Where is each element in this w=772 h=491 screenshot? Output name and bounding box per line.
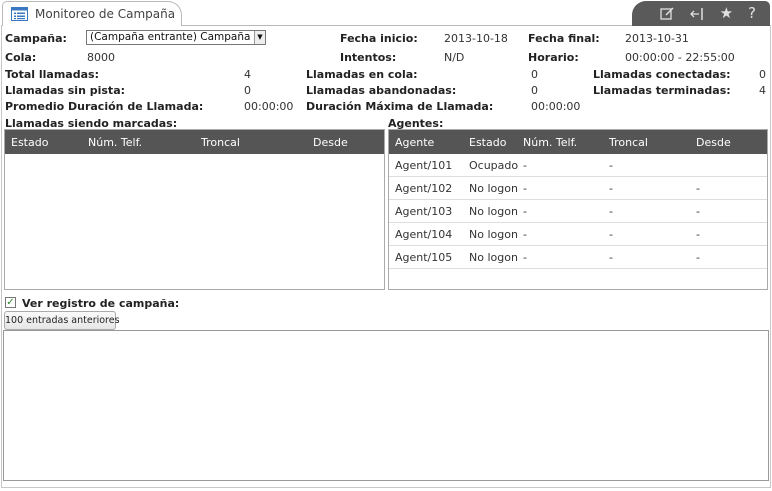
collapse-left-icon[interactable] bbox=[689, 7, 705, 21]
table-row[interactable]: Agent/103 No logon - - - bbox=[389, 200, 767, 223]
agents-col-status: Estado bbox=[469, 136, 507, 149]
table-row[interactable]: Agent/102 No logon - - - bbox=[389, 177, 767, 200]
campaign-label: Campaña: bbox=[5, 32, 67, 45]
table-row[interactable]: Agent/101 Ocupado - - bbox=[389, 154, 767, 177]
queue-label: Cola: bbox=[5, 51, 37, 64]
max-duration-value: 00:00:00 bbox=[531, 100, 581, 113]
help-icon[interactable]: ? bbox=[748, 6, 756, 21]
avg-duration-label: Promedio Duración de Llamada: bbox=[5, 100, 204, 113]
abandoned-calls-value: 0 bbox=[531, 84, 538, 97]
end-date-value: 2013-10-31 bbox=[625, 32, 689, 45]
view-log-label: Ver registro de campaña: bbox=[22, 297, 180, 310]
agent-status: No logon bbox=[469, 251, 518, 264]
end-date-label: Fecha final: bbox=[528, 32, 600, 45]
agent-since: - bbox=[696, 228, 700, 241]
queued-calls-value: 0 bbox=[531, 68, 538, 81]
finished-calls-label: Llamadas terminadas: bbox=[593, 84, 731, 97]
agent-phone: - bbox=[523, 182, 527, 195]
agent-since: - bbox=[696, 182, 700, 195]
agent-since: - bbox=[696, 251, 700, 264]
previous-entries-button[interactable]: 100 entradas anteriores bbox=[4, 311, 120, 330]
agent-name: Agent/103 bbox=[395, 205, 453, 218]
agent-status: No logon bbox=[469, 228, 518, 241]
agent-name: Agent/102 bbox=[395, 182, 453, 195]
dialing-table-header: Estado Núm. Telf. Troncal Desde bbox=[5, 130, 384, 154]
agent-status: No logon bbox=[469, 182, 518, 195]
agent-trunk: - bbox=[609, 251, 613, 264]
header-toolbar: ★ ? bbox=[632, 1, 770, 26]
agent-since: - bbox=[696, 205, 700, 218]
page-title: Monitoreo de Campaña bbox=[35, 7, 176, 21]
agents-col-phone: Núm. Telf. bbox=[523, 136, 578, 149]
dialing-col-phone: Núm. Telf. bbox=[88, 136, 143, 149]
module-tab[interactable]: Monitoreo de Campaña bbox=[2, 1, 182, 26]
agent-phone: - bbox=[523, 205, 527, 218]
avg-duration-value: 00:00:00 bbox=[244, 100, 294, 113]
dialing-col-since: Desde bbox=[313, 136, 348, 149]
start-date-label: Fecha inicio: bbox=[340, 32, 418, 45]
dialing-calls-table: Estado Núm. Telf. Troncal Desde bbox=[4, 129, 385, 290]
schedule-label: Horario: bbox=[528, 51, 579, 64]
agent-trunk: - bbox=[609, 205, 613, 218]
dialing-col-status: Estado bbox=[11, 136, 49, 149]
agent-name: Agent/104 bbox=[395, 228, 453, 241]
connected-calls-value: 0 bbox=[759, 68, 766, 81]
total-calls-value: 4 bbox=[244, 68, 251, 81]
attempts-value: N/D bbox=[444, 51, 465, 64]
chevron-down-icon[interactable]: ▼ bbox=[254, 31, 265, 44]
start-date-value: 2013-10-18 bbox=[444, 32, 508, 45]
title-bar: Monitoreo de Campaña ★ ? bbox=[0, 0, 772, 26]
campaign-select[interactable]: (Campaña entrante) Campaña A ▼ bbox=[86, 30, 266, 45]
dialing-col-trunk: Troncal bbox=[201, 136, 240, 149]
attempts-label: Intentos: bbox=[340, 51, 397, 64]
finished-calls-value: 4 bbox=[759, 84, 766, 97]
agent-status: Ocupado bbox=[469, 159, 519, 172]
queue-value: 8000 bbox=[87, 51, 115, 64]
agents-col-agent: Agente bbox=[395, 136, 435, 149]
agent-status: No logon bbox=[469, 205, 518, 218]
agent-name: Agent/105 bbox=[395, 251, 453, 264]
agents-col-since: Desde bbox=[696, 136, 731, 149]
edit-icon[interactable] bbox=[659, 6, 675, 21]
view-log-checkbox[interactable]: ✓ bbox=[5, 297, 16, 308]
agent-name: Agent/101 bbox=[395, 159, 453, 172]
campaign-select-value: (Campaña entrante) Campaña A bbox=[90, 31, 261, 43]
table-row[interactable]: Agent/104 No logon - - - bbox=[389, 223, 767, 246]
connected-calls-label: Llamadas conectadas: bbox=[593, 68, 731, 81]
total-calls-label: Total llamadas: bbox=[5, 68, 99, 81]
campaign-log-area[interactable] bbox=[3, 330, 769, 481]
queued-calls-label: Llamadas en cola: bbox=[306, 68, 418, 81]
no-track-calls-label: Llamadas sin pista: bbox=[5, 84, 126, 97]
abandoned-calls-label: Llamadas abandonadas: bbox=[306, 84, 457, 97]
agents-table: Agente Estado Núm. Telf. Troncal Desde A… bbox=[388, 129, 768, 290]
agent-phone: - bbox=[523, 228, 527, 241]
agent-trunk: - bbox=[609, 228, 613, 241]
star-icon[interactable]: ★ bbox=[720, 6, 733, 21]
table-row[interactable]: Agent/105 No logon - - - bbox=[389, 246, 767, 269]
agents-col-trunk: Troncal bbox=[609, 136, 648, 149]
schedule-value: 00:00:00 - 22:55:00 bbox=[625, 51, 735, 64]
agent-trunk: - bbox=[609, 182, 613, 195]
agent-phone: - bbox=[523, 251, 527, 264]
list-icon bbox=[11, 7, 28, 21]
agents-table-header: Agente Estado Núm. Telf. Troncal Desde bbox=[389, 130, 767, 154]
agent-phone: - bbox=[523, 159, 527, 172]
max-duration-label: Duración Máxima de Llamada: bbox=[306, 100, 494, 113]
agent-trunk: - bbox=[609, 159, 613, 172]
no-track-calls-value: 0 bbox=[244, 84, 251, 97]
